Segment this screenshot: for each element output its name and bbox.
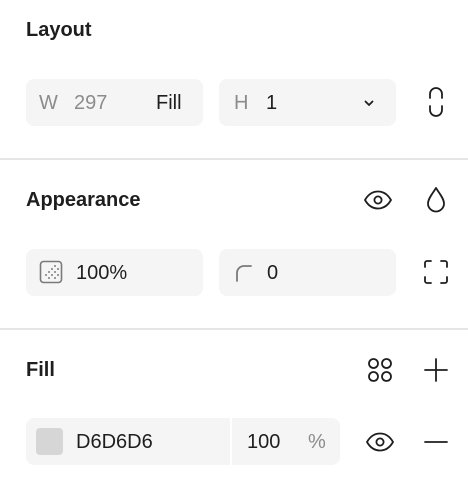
width-mode[interactable]: Fill: [156, 91, 182, 115]
chevron-down-icon[interactable]: [361, 95, 377, 111]
corner-radius-icon: [234, 263, 254, 283]
four-dots-icon[interactable]: [362, 352, 398, 388]
section-divider: [0, 328, 468, 330]
fill-row-separator: [230, 418, 232, 465]
appearance-title: Appearance: [26, 189, 141, 211]
fill-opacity-unit: %: [308, 431, 326, 453]
height-label: H: [234, 92, 249, 114]
plus-icon[interactable]: [418, 352, 454, 388]
drop-icon[interactable]: [418, 182, 454, 218]
opacity-value[interactable]: 100%: [76, 261, 127, 285]
corner-radius-value[interactable]: 0: [267, 261, 278, 285]
eye-icon[interactable]: [362, 424, 398, 460]
minus-icon[interactable]: [418, 424, 454, 460]
width-field[interactable]: W 297 Fill: [26, 79, 203, 126]
eye-icon[interactable]: [360, 182, 396, 218]
section-divider: [0, 158, 468, 160]
fill-color-swatch[interactable]: [36, 428, 63, 455]
fill-row[interactable]: D6D6D6 100 %: [26, 418, 340, 465]
corner-radius-field[interactable]: 0: [219, 249, 396, 296]
width-value[interactable]: 297: [74, 91, 107, 115]
fill-opacity-value[interactable]: 100: [247, 430, 280, 454]
width-label: W: [39, 92, 58, 114]
opacity-field[interactable]: 100%: [26, 249, 203, 296]
expand-corners-icon[interactable]: [418, 254, 454, 290]
link-vertical-icon[interactable]: [418, 84, 454, 120]
height-value[interactable]: 1: [266, 91, 277, 115]
layout-title: Layout: [26, 19, 92, 41]
opacity-grid-icon: [39, 260, 63, 284]
fill-title: Fill: [26, 359, 55, 381]
fill-hex-value[interactable]: D6D6D6: [76, 430, 153, 454]
height-field[interactable]: H 1: [219, 79, 396, 126]
